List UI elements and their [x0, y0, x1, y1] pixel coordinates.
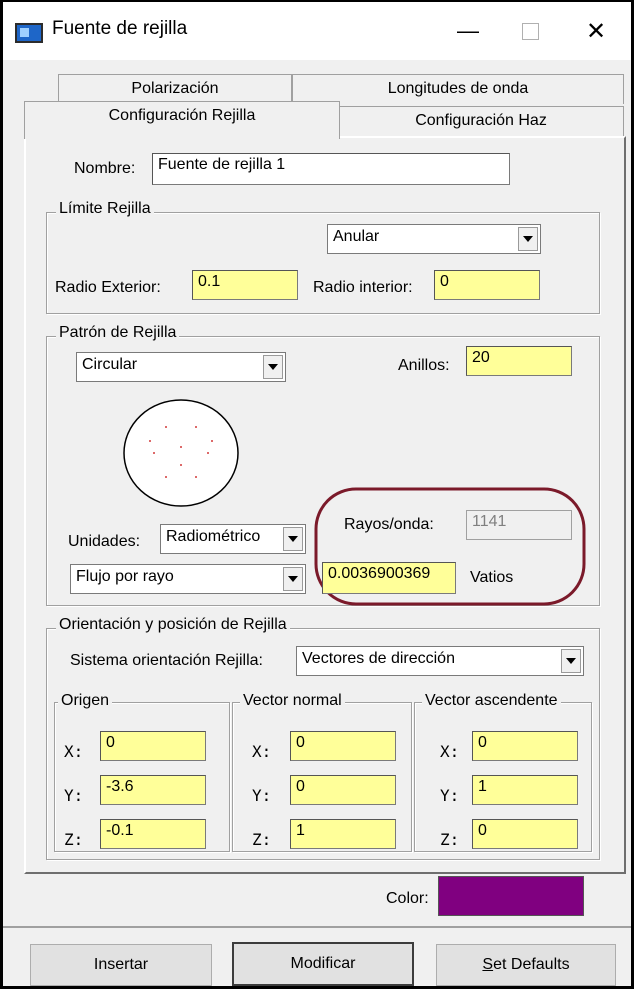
ascendente-y-label: Y:: [440, 786, 460, 805]
rayos-onda-input: 1141: [466, 510, 572, 540]
origen-legend: Origen: [58, 692, 113, 710]
chevron-down-icon[interactable]: [283, 527, 303, 551]
close-icon: ✕: [585, 17, 607, 45]
sistema-value: Vectores de dirección: [302, 650, 455, 667]
flujo-value: Flujo por rayo: [76, 568, 174, 585]
bottom-separator: [3, 926, 631, 928]
patron-select[interactable]: Circular: [76, 352, 286, 382]
ascendente-x-input[interactable]: 0: [472, 731, 578, 761]
anillos-label: Anillos:: [398, 357, 450, 374]
grid-preview-dot: [180, 446, 182, 448]
origen-z-input[interactable]: -0.1: [100, 819, 206, 849]
rayos-onda-label: Rayos/onda:: [344, 516, 434, 533]
ascendente-z-label: Z:: [440, 830, 460, 849]
color-label: Color:: [386, 890, 429, 907]
grid-preview-dot: [149, 440, 151, 442]
radio-exterior-label: Radio Exterior:: [55, 279, 161, 296]
app-icon: [15, 23, 43, 43]
grid-preview: [123, 399, 239, 507]
maximize-button: [504, 10, 556, 52]
limite-rejilla-legend: Límite Rejilla: [56, 200, 154, 218]
set-defaults-mnemonic: S: [482, 956, 494, 973]
radio-exterior-input[interactable]: 0.1: [192, 270, 298, 300]
tab-polarizacion[interactable]: Polarización: [58, 74, 292, 104]
tab-longitudes-de-onda[interactable]: Longitudes de onda: [292, 74, 624, 104]
insertar-button[interactable]: Insertar: [30, 944, 212, 986]
tab-configuracion-haz[interactable]: Configuración Haz: [338, 106, 624, 136]
tab-configuracion-rejilla[interactable]: Configuración Rejilla: [24, 101, 340, 139]
grid-preview-dot: [153, 452, 155, 454]
chevron-down-icon[interactable]: [263, 355, 283, 379]
chevron-down-icon[interactable]: [283, 567, 303, 591]
grid-preview-dot: [165, 476, 167, 478]
nombre-label: Nombre:: [74, 160, 136, 177]
normal-x-input[interactable]: 0: [290, 731, 396, 761]
flujo-input[interactable]: 0.0036900369: [322, 562, 456, 594]
ascendente-z-input[interactable]: 0: [472, 819, 578, 849]
grid-preview-dot: [211, 440, 213, 442]
sistema-label: Sistema orientación Rejilla:: [70, 652, 263, 669]
vector-normal-legend: Vector normal: [240, 692, 345, 710]
normal-z-input[interactable]: 1: [290, 819, 396, 849]
close-button[interactable]: ✕: [570, 10, 622, 52]
grid-preview-dot: [195, 476, 197, 478]
flujo-unit-label: Vatios: [470, 569, 514, 586]
set-defaults-button[interactable]: Set Defaults: [436, 944, 616, 986]
radio-interior-input[interactable]: 0: [434, 270, 540, 300]
modificar-button[interactable]: Modificar: [232, 942, 414, 986]
color-swatch[interactable]: [438, 876, 584, 916]
chevron-down-icon[interactable]: [518, 227, 538, 251]
nombre-input[interactable]: Fuente de rejilla 1: [152, 153, 510, 185]
patron-value: Circular: [82, 356, 138, 373]
grid-preview-dot: [180, 464, 182, 466]
normal-y-label: Y:: [252, 786, 272, 805]
chevron-down-icon[interactable]: [561, 649, 581, 673]
window-title: Fuente de rejilla: [52, 18, 188, 39]
orientacion-legend: Orientación y posición de Rejilla: [56, 616, 290, 634]
grid-preview-dot: [207, 452, 209, 454]
flujo-select[interactable]: Flujo por rayo: [70, 564, 306, 594]
normal-z-label: Z:: [252, 830, 272, 849]
set-defaults-label: et Defaults: [493, 956, 570, 973]
unidades-label: Unidades:: [68, 533, 141, 550]
unidades-value: Radiométrico: [166, 528, 261, 545]
minimize-icon: —: [457, 18, 479, 43]
origen-y-input[interactable]: -3.6: [100, 775, 206, 805]
radio-interior-label: Radio interior:: [313, 279, 413, 296]
origen-z-label: Z:: [64, 830, 84, 849]
patron-rejilla-legend: Patrón de Rejilla: [56, 324, 180, 342]
unidades-select[interactable]: Radiométrico: [160, 524, 306, 554]
ascendente-x-label: X:: [440, 742, 460, 761]
origen-y-label: Y:: [64, 786, 84, 805]
maximize-icon: [521, 22, 539, 40]
origen-x-input[interactable]: 0: [100, 731, 206, 761]
normal-y-input[interactable]: 0: [290, 775, 396, 805]
limite-shape-select[interactable]: Anular: [327, 224, 541, 254]
sistema-select[interactable]: Vectores de dirección: [296, 646, 584, 676]
vector-ascendente-legend: Vector ascendente: [422, 692, 561, 710]
origen-x-label: X:: [64, 742, 84, 761]
ascendente-y-input[interactable]: 1: [472, 775, 578, 805]
limite-shape-value: Anular: [333, 228, 380, 245]
grid-preview-dot: [165, 426, 167, 428]
grid-preview-circle: [123, 399, 239, 507]
minimize-button[interactable]: —: [442, 10, 494, 52]
anillos-input[interactable]: 20: [466, 346, 572, 376]
normal-x-label: X:: [252, 742, 272, 761]
grid-preview-dot: [195, 426, 197, 428]
